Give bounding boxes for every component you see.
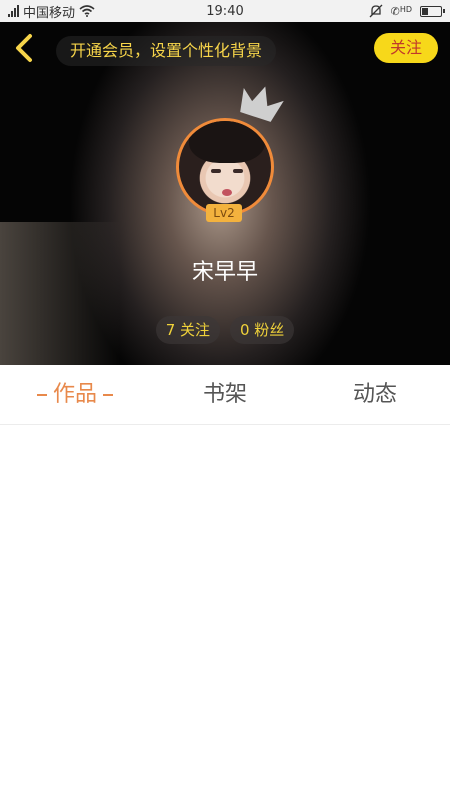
crown-icon <box>240 86 284 122</box>
tab-indicator-right <box>103 394 113 396</box>
hd-call-icon: ✆HD <box>390 4 412 18</box>
tab-bookshelf-label: 书架 <box>202 382 247 407</box>
network-label: HD <box>399 4 412 14</box>
profile-header: 开通会员，设置个性化背景 关注 Lv2 宋早早 7 关注 0 粉丝 <box>0 22 450 365</box>
avatar[interactable] <box>176 118 274 216</box>
fans-count[interactable]: 0 粉丝 <box>230 316 295 344</box>
status-right: ✆HD <box>369 4 445 18</box>
status-bar: 中国移动 19:40 ✆HD <box>0 0 450 22</box>
level-badge: Lv2 <box>206 204 242 222</box>
status-left: 中国移动 <box>8 2 95 21</box>
avatar-eye <box>233 169 243 173</box>
tab-activity-label: 动态 <box>352 382 397 407</box>
profile-tabs: 作品 书架 动态 <box>0 365 450 425</box>
chevron-left-icon <box>16 34 32 62</box>
back-button[interactable] <box>10 32 38 64</box>
tab-works-label: 作品 <box>52 382 97 407</box>
vip-background-banner[interactable]: 开通会员，设置个性化背景 <box>56 36 277 66</box>
tab-indicator-left <box>36 394 47 396</box>
tab-activity[interactable]: 动态 <box>300 365 450 425</box>
stats-row: 7 关注 0 粉丝 <box>0 316 450 344</box>
tab-content-area <box>0 426 450 800</box>
mute-bell-icon <box>369 4 383 18</box>
battery-fill <box>422 7 428 15</box>
tab-works[interactable]: 作品 <box>0 365 150 425</box>
following-count[interactable]: 7 关注 <box>155 316 220 344</box>
username: 宋早早 <box>191 260 258 285</box>
signal-icon <box>8 5 19 17</box>
avatar-hair <box>189 121 265 163</box>
avatar-mouth <box>222 189 232 196</box>
follow-button[interactable]: 关注 <box>374 33 438 63</box>
avatar-eye <box>211 169 221 173</box>
battery-icon <box>420 5 445 17</box>
tab-bookshelf[interactable]: 书架 <box>150 365 300 425</box>
avatar-group[interactable]: Lv2 <box>176 86 284 222</box>
carrier-label: 中国移动 <box>23 5 76 21</box>
wifi-icon <box>79 5 95 17</box>
